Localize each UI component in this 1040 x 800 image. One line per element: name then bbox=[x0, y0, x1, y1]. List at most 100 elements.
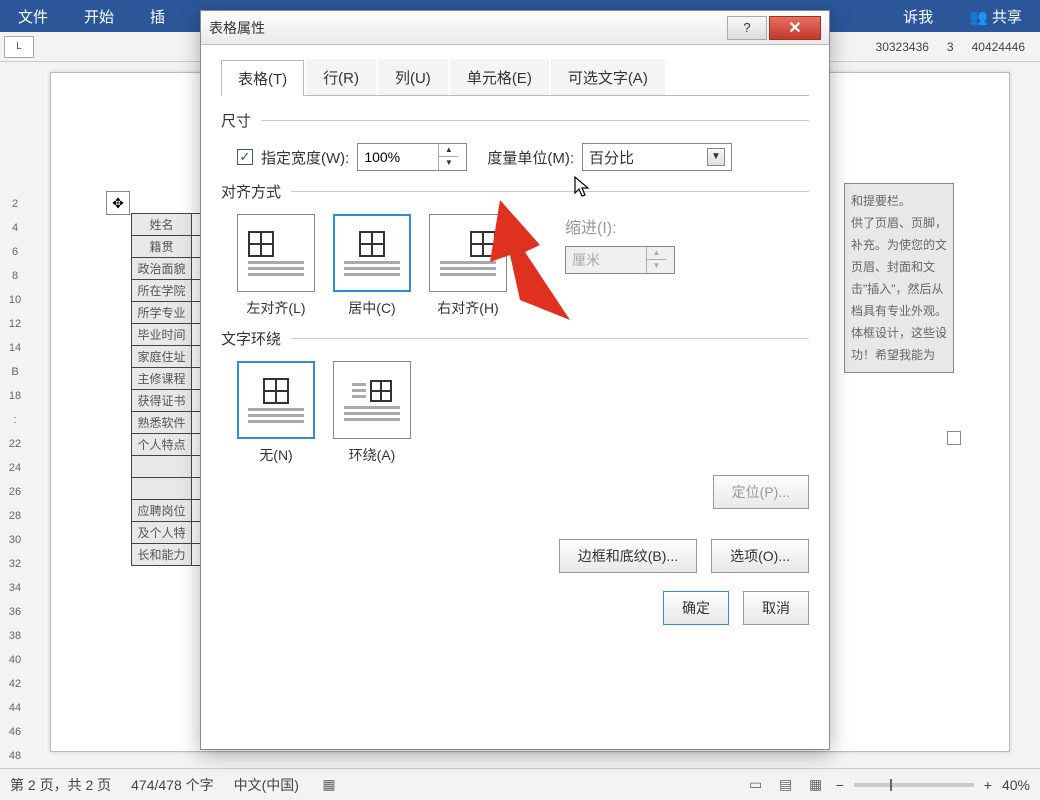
spin-up-icon[interactable]: ▲ bbox=[439, 144, 458, 157]
zoom-out[interactable]: − bbox=[836, 777, 844, 793]
tab-row[interactable]: 行(R) bbox=[306, 59, 376, 95]
align-center-option[interactable]: 居中(C) bbox=[333, 214, 411, 318]
side-text-line: 体框设计，这些设 bbox=[851, 322, 947, 344]
ribbon-tellme[interactable]: 诉我 bbox=[885, 0, 951, 33]
align-center-caption: 居中(C) bbox=[348, 298, 395, 318]
vruler-tick: 22 bbox=[9, 438, 21, 450]
vertical-ruler: 4846444240383634323028262422:18B14121086… bbox=[0, 62, 30, 768]
vruler-tick: 44 bbox=[9, 702, 21, 714]
view-print-icon[interactable]: ▤ bbox=[776, 775, 796, 795]
align-center-icon bbox=[359, 231, 385, 257]
share-icon: 👥 bbox=[969, 9, 988, 26]
tab-alttext[interactable]: 可选文字(A) bbox=[551, 59, 665, 95]
cancel-button[interactable]: 取消 bbox=[743, 591, 809, 625]
align-left-option[interactable]: 左对齐(L) bbox=[237, 214, 315, 318]
table-row-label[interactable]: 长和能力 bbox=[132, 544, 192, 566]
vruler-tick: 46 bbox=[9, 726, 21, 738]
table-row-label[interactable]: 所在学院 bbox=[132, 280, 192, 302]
vruler-tick: 36 bbox=[9, 606, 21, 618]
vruler-tick: 48 bbox=[9, 750, 21, 762]
table-properties-dialog: 表格属性 ? ✕ 表格(T) 行(R) 列(U) 单元格(E) 可选文字(A) … bbox=[200, 10, 830, 750]
indent-input: ▲▼ bbox=[565, 246, 675, 274]
table-row-label[interactable]: 所学专业 bbox=[132, 302, 192, 324]
vruler-tick: 30 bbox=[9, 534, 21, 546]
measure-unit-select[interactable]: 百分比 ▼ bbox=[582, 143, 732, 171]
tab-column[interactable]: 列(U) bbox=[378, 59, 448, 95]
vruler-tick: 26 bbox=[9, 486, 21, 498]
zoom-level[interactable]: 40% bbox=[1002, 777, 1030, 793]
align-right-icon bbox=[470, 231, 496, 257]
ribbon-share[interactable]: 👥 共享 bbox=[951, 0, 1040, 33]
table-row-label[interactable]: 毕业时间 bbox=[132, 324, 192, 346]
table-row-label[interactable] bbox=[132, 456, 192, 478]
status-words[interactable]: 474/478 个字 bbox=[131, 775, 214, 795]
wrap-around-option[interactable]: 环绕(A) bbox=[333, 361, 411, 465]
wrap-around-icon bbox=[370, 380, 392, 402]
borders-shading-button[interactable]: 边框和底纹(B)... bbox=[559, 539, 697, 573]
table-row-label[interactable]: 熟悉软件 bbox=[132, 412, 192, 434]
dialog-close-button[interactable]: ✕ bbox=[769, 16, 821, 40]
vruler-tick: 40 bbox=[9, 654, 21, 666]
status-language[interactable]: 中文(中国) bbox=[234, 775, 299, 795]
side-text-line: 补充。为使您的文 bbox=[851, 234, 947, 256]
table-row-label[interactable]: 获得证书 bbox=[132, 390, 192, 412]
ribbon-insert[interactable]: 插 bbox=[132, 0, 183, 33]
vruler-tick: 10 bbox=[9, 294, 21, 306]
vruler-tick: 38 bbox=[9, 630, 21, 642]
view-web-icon[interactable]: ▦ bbox=[806, 775, 826, 795]
table-row-label[interactable]: 主修课程 bbox=[132, 368, 192, 390]
wrap-none-option[interactable]: 无(N) bbox=[237, 361, 315, 465]
tab-cell[interactable]: 单元格(E) bbox=[450, 59, 549, 95]
dialog-titlebar[interactable]: 表格属性 ? ✕ bbox=[201, 11, 829, 45]
side-text-line: 供了页眉、页脚， bbox=[851, 212, 947, 234]
status-page[interactable]: 第 2 页，共 2 页 bbox=[10, 775, 111, 795]
preferred-width-label: 指定宽度(W): bbox=[261, 147, 349, 168]
vruler-tick: 14 bbox=[9, 342, 21, 354]
vruler-tick: : bbox=[13, 414, 16, 426]
side-text-line: 页眉、封面和文 bbox=[851, 256, 947, 278]
side-text-panel: 和提要栏。供了页眉、页脚，补充。为使您的文页眉、封面和文击"插入"，然后从档具有… bbox=[844, 183, 954, 373]
ribbon-file[interactable]: 文件 bbox=[0, 0, 66, 33]
status-icon[interactable]: ▦ bbox=[319, 775, 339, 795]
dialog-help-button[interactable]: ? bbox=[727, 16, 767, 40]
resize-handle[interactable] bbox=[947, 431, 961, 445]
wrap-section-label: 文字环绕 bbox=[221, 328, 809, 349]
alignment-section-label: 对齐方式 bbox=[221, 181, 809, 202]
table-move-handle[interactable]: ✥ bbox=[106, 191, 130, 215]
vruler-tick: 8 bbox=[12, 270, 18, 282]
table-row-label[interactable]: 政治面貌 bbox=[132, 258, 192, 280]
table-row-label[interactable]: 家庭住址 bbox=[132, 346, 192, 368]
table-row-label[interactable]: 姓名 bbox=[132, 214, 192, 236]
ribbon-home[interactable]: 开始 bbox=[66, 0, 132, 33]
table-row-label[interactable]: 及个人特 bbox=[132, 522, 192, 544]
vruler-tick: 42 bbox=[9, 678, 21, 690]
preferred-width-field[interactable] bbox=[358, 149, 438, 165]
spin-up-icon: ▲ bbox=[647, 247, 666, 260]
vruler-tick: B bbox=[11, 366, 18, 378]
table-row-label[interactable]: 籍贯 bbox=[132, 236, 192, 258]
vruler-tick: 28 bbox=[9, 510, 21, 522]
spin-down-icon[interactable]: ▼ bbox=[439, 157, 458, 170]
vruler-tick: 6 bbox=[12, 246, 18, 258]
measure-unit-value: 百分比 bbox=[589, 147, 634, 168]
table-row-label[interactable] bbox=[132, 478, 192, 500]
side-text-line: 档具有专业外观。 bbox=[851, 300, 947, 322]
tab-table[interactable]: 表格(T) bbox=[221, 60, 304, 96]
zoom-in[interactable]: + bbox=[984, 777, 992, 793]
positioning-button: 定位(P)... bbox=[713, 475, 809, 509]
chevron-down-icon[interactable]: ▼ bbox=[707, 148, 725, 166]
table-row-label[interactable]: 个人特点 bbox=[132, 434, 192, 456]
preferred-width-checkbox[interactable]: ✓ bbox=[237, 149, 253, 165]
table-row-label[interactable]: 应聘岗位 bbox=[132, 500, 192, 522]
ok-button[interactable]: 确定 bbox=[663, 591, 729, 625]
align-right-option[interactable]: 右对齐(H) bbox=[429, 214, 507, 318]
preferred-width-input[interactable]: ▲▼ bbox=[357, 143, 467, 171]
ruler-num: 3 bbox=[942, 37, 959, 57]
side-text-line: 击"插入"，然后从 bbox=[851, 278, 947, 300]
view-read-icon[interactable]: ▭ bbox=[746, 775, 766, 795]
vruler-tick: 18 bbox=[9, 390, 21, 402]
zoom-slider[interactable] bbox=[854, 783, 974, 787]
options-button[interactable]: 选项(O)... bbox=[711, 539, 809, 573]
measure-unit-label: 度量单位(M): bbox=[487, 147, 574, 168]
width-spinner[interactable]: ▲▼ bbox=[438, 144, 458, 170]
